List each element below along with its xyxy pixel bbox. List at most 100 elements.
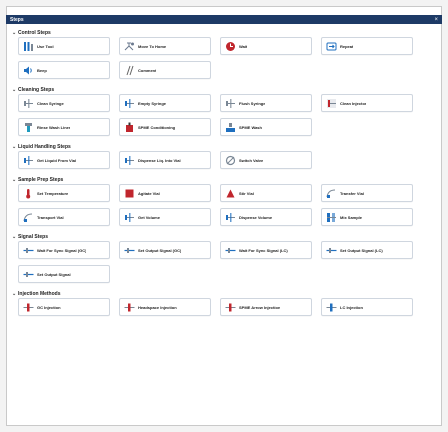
transfer-icon	[326, 188, 337, 199]
step-button-agitate-vial[interactable]: Agitate Vial	[119, 184, 211, 202]
section-header-liquid-handling-steps[interactable]: ⌄ Liquid Handling Steps	[12, 142, 436, 151]
step-button-set-output-signal-gc[interactable]: Set Output Signal (GC)	[119, 241, 211, 259]
step-button-clean-injector[interactable]: Clean Injector	[321, 94, 413, 112]
step-button-transfer-vial[interactable]: Transfer Vial	[321, 184, 413, 202]
step-button-label: Mix Sample	[340, 214, 363, 220]
step-button-label: Clean Syringe	[37, 100, 64, 106]
injector-icon	[326, 98, 337, 109]
volume-icon	[124, 212, 135, 223]
step-button-dispense-volume[interactable]: Dispense Volume	[220, 208, 312, 226]
step-button-label: Empty Syringe	[138, 100, 167, 106]
lc-injection-icon	[326, 302, 337, 313]
signal-icon	[225, 245, 236, 256]
close-icon[interactable]: ×	[434, 17, 438, 23]
flush-icon	[225, 98, 236, 109]
section-header-injection-methods[interactable]: ⌄ Injection Methods	[12, 289, 436, 298]
step-button-label: Set Temperature	[37, 190, 69, 196]
chevron-down-icon[interactable]: ⌄	[12, 177, 16, 183]
comment-icon	[124, 65, 135, 76]
transport-icon	[23, 212, 34, 223]
step-button-label: SPME Arrow Injection	[239, 304, 281, 310]
step-button-label: Transfer Vial	[340, 190, 364, 196]
step-button-row: Wait For Sync Signal (GC) Set Output Sign…	[18, 241, 436, 259]
step-button-repeat[interactable]: Repeat	[321, 37, 413, 55]
step-button-label: LC Injection	[340, 304, 363, 310]
step-button-flush-syringe[interactable]: Flush Syringe	[220, 94, 312, 112]
syringe-icon	[23, 98, 34, 109]
step-button-label: GC Injection	[37, 304, 61, 310]
chevron-down-icon[interactable]: ⌄	[12, 144, 16, 150]
step-button-spme-wash[interactable]: SPME Wash	[220, 118, 312, 136]
section-header-cleaning-steps[interactable]: ⌄ Cleaning Steps	[12, 85, 436, 94]
step-button-comment[interactable]: Comment	[119, 61, 211, 79]
step-button-gc-injection[interactable]: GC Injection	[18, 298, 110, 316]
step-button-get-volume[interactable]: Get Volume	[119, 208, 211, 226]
valve-icon	[225, 155, 236, 166]
step-button-use-tool[interactable]: Use Tool	[18, 37, 110, 55]
step-button-spme-conditioning[interactable]: SPME Conditioning	[119, 118, 211, 136]
step-button-label: Repeat	[340, 43, 354, 49]
chevron-down-icon[interactable]: ⌄	[12, 291, 16, 297]
section-title: Signal Steps	[18, 233, 49, 240]
step-button-switch-valve[interactable]: Switch Valve	[220, 151, 312, 169]
chevron-down-icon[interactable]: ⌄	[12, 30, 16, 36]
step-button-get-liquid-from-vial[interactable]: Get Liquid From Vial	[18, 151, 110, 169]
step-button-stir-vial[interactable]: Stir Vial	[220, 184, 312, 202]
rinse-icon	[23, 122, 34, 133]
step-button-label: SPME Wash	[239, 124, 262, 130]
step-button-headspace-injection[interactable]: Headspace Injection	[119, 298, 211, 316]
step-button-mix-sample[interactable]: Mix Sample	[321, 208, 413, 226]
headspace-injection-icon	[124, 302, 135, 313]
agitate-icon	[124, 188, 135, 199]
step-button-set-temperature[interactable]: Set Temperature	[18, 184, 110, 202]
step-button-wait-for-sync-signal-lc[interactable]: Wait For Sync Signal (LC)	[220, 241, 312, 259]
step-button-label: Wait	[239, 43, 248, 49]
step-button-transport-vial[interactable]: Transport Vial	[18, 208, 110, 226]
repeat-icon	[326, 41, 337, 52]
thermometer-icon	[23, 188, 34, 199]
step-button-label: Set Output Signal (LC)	[340, 247, 383, 253]
section-title: Sample Prep Steps	[18, 176, 64, 183]
section-header-control-steps[interactable]: ⌄ Control Steps	[12, 28, 436, 37]
chevron-down-icon[interactable]: ⌄	[12, 234, 16, 240]
step-button-label: Wait For Sync Signal (GC)	[37, 247, 87, 253]
section-title: Liquid Handling Steps	[18, 143, 71, 150]
step-button-row: Beep Comment	[18, 61, 436, 79]
window-titlebar: Steps ×	[6, 15, 442, 24]
step-button-rinse-wash-liner[interactable]: Rinse Wash Liner	[18, 118, 110, 136]
step-button-beep[interactable]: Beep	[18, 61, 110, 79]
signal-icon	[23, 245, 34, 256]
step-button-empty-syringe[interactable]: Empty Syringe	[119, 94, 211, 112]
chevron-down-icon[interactable]: ⌄	[12, 87, 16, 93]
step-button-row: Clean Syringe Empty Syringe Flush Syringe C…	[18, 94, 436, 112]
step-button-wait-for-sync-signal-gc[interactable]: Wait For Sync Signal (GC)	[18, 241, 110, 259]
step-button-label: Stir Vial	[239, 190, 254, 196]
conditioning-icon	[124, 122, 135, 133]
step-button-row: Use Tool Move To Home Wait Repeat	[18, 37, 436, 55]
step-button-label: Rinse Wash Liner	[37, 124, 71, 130]
step-button-row: Rinse Wash Liner SPME Conditioning SPME Wa…	[18, 118, 436, 136]
clock-icon	[225, 41, 236, 52]
step-button-row: Get Liquid From Vial Dispense Liq. Into V…	[18, 151, 436, 169]
step-button-move-to-home[interactable]: Move To Home	[119, 37, 211, 55]
step-button-spme-arrow-injection[interactable]: SPME Arrow Injection	[220, 298, 312, 316]
step-button-lc-injection[interactable]: LC Injection	[321, 298, 413, 316]
step-button-set-output-signal[interactable]: Set Output Signal	[18, 265, 110, 283]
step-button-set-output-signal-lc[interactable]: Set Output Signal (LC)	[321, 241, 413, 259]
home-icon	[124, 41, 135, 52]
wash-icon	[225, 122, 236, 133]
section-header-sample-prep-steps[interactable]: ⌄ Sample Prep Steps	[12, 175, 436, 184]
step-button-label: Use Tool	[37, 43, 54, 49]
step-button-clean-syringe[interactable]: Clean Syringe	[18, 94, 110, 112]
step-button-label: Dispense Volume	[239, 214, 273, 220]
signal-icon	[124, 245, 135, 256]
step-button-dispense-liq-into-vial[interactable]: Dispense Liq. Into Vial	[119, 151, 211, 169]
section-title: Cleaning Steps	[18, 86, 55, 93]
step-button-label: Transport Vial	[37, 214, 64, 220]
get-liquid-icon	[23, 155, 34, 166]
section-header-signal-steps[interactable]: ⌄ Signal Steps	[12, 232, 436, 241]
step-button-wait[interactable]: Wait	[220, 37, 312, 55]
step-button-label: Comment	[138, 67, 157, 73]
empty-syringe-icon	[124, 98, 135, 109]
mix-icon	[326, 212, 337, 223]
